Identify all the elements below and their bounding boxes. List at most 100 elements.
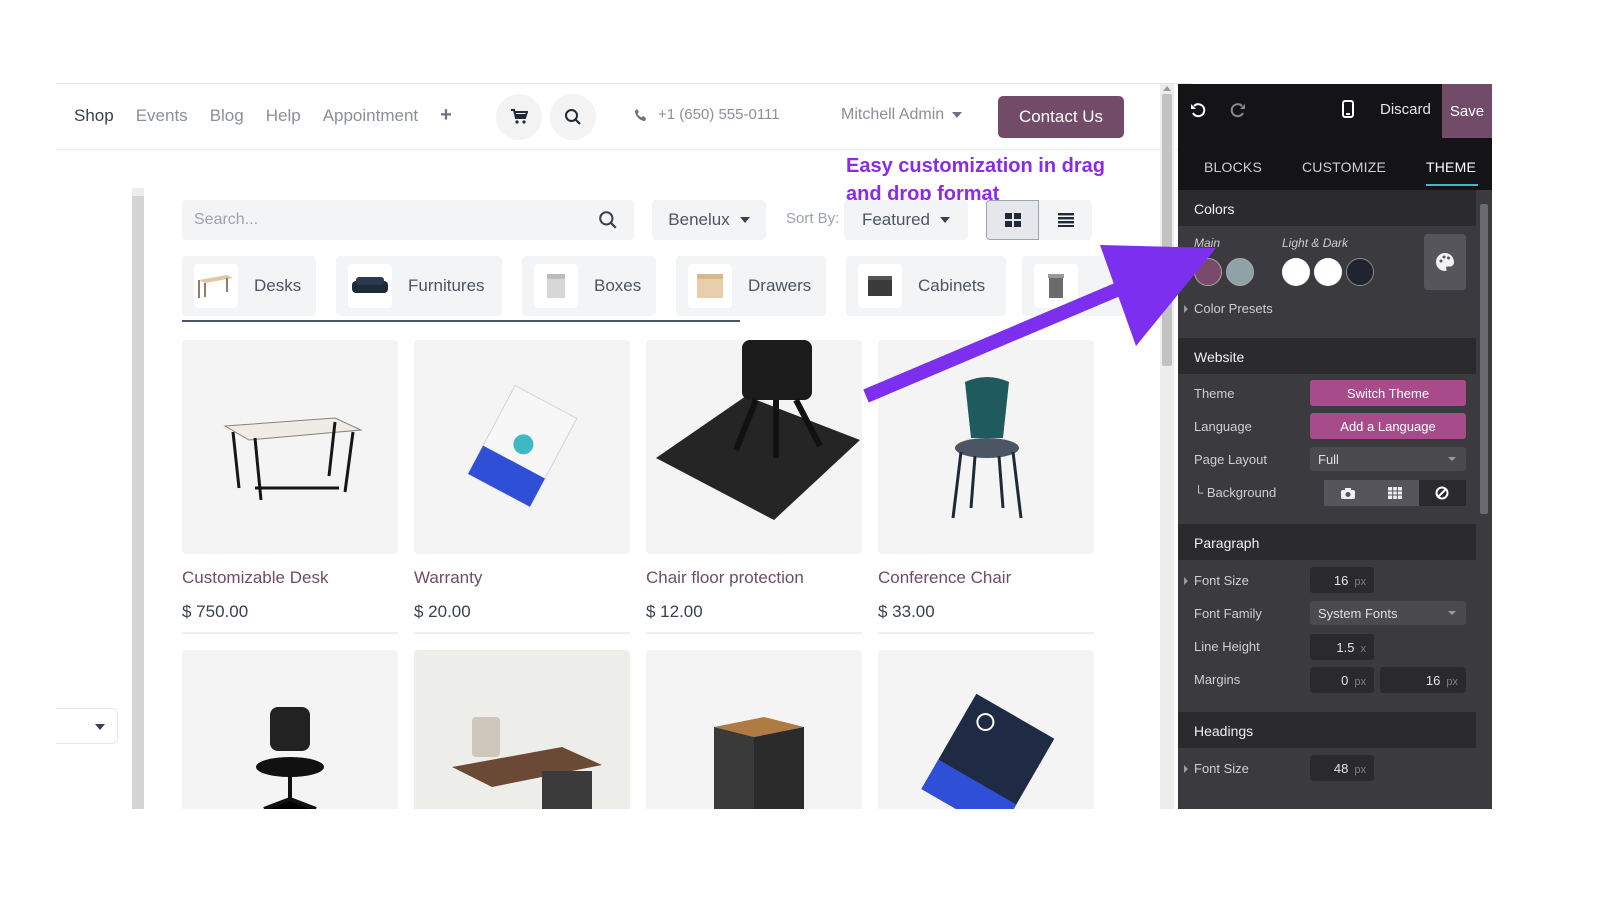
chevron-down-icon: [1448, 611, 1456, 615]
product-card[interactable]: Warranty $ 20.00: [414, 340, 630, 634]
palette-icon: [1436, 253, 1454, 271]
category-next[interactable]: [1022, 256, 1122, 316]
menu-item-events[interactable]: Events: [136, 106, 188, 126]
category-label: Cabinets: [918, 276, 986, 295]
color-swatch-main-1[interactable]: [1194, 258, 1222, 286]
product-card[interactable]: [414, 650, 630, 809]
product-image-floor-mat: [646, 340, 862, 554]
mobile-preview-icon[interactable]: [1342, 100, 1354, 118]
menu-item-help[interactable]: Help: [266, 106, 301, 126]
search-button[interactable]: [550, 94, 596, 140]
category-furnitures[interactable]: Furnitures: [336, 256, 502, 316]
callout-line-1: Easy customization in drag: [846, 155, 1105, 177]
contact-us-button[interactable]: Contact Us: [998, 96, 1124, 138]
left-dropdown[interactable]: [56, 708, 118, 744]
phone-link[interactable]: +1 (650) 555-0111: [634, 106, 780, 123]
category-desks[interactable]: Desks: [182, 256, 316, 316]
cabinet-thumbnail: [858, 264, 902, 308]
pricelist-value: Benelux: [668, 210, 730, 229]
search-placeholder: Search...: [194, 211, 259, 228]
category-drawers[interactable]: Drawers: [676, 256, 826, 316]
add-menu-icon[interactable]: +: [440, 105, 452, 126]
add-language-button[interactable]: Add a Language: [1310, 413, 1466, 439]
line-height-input[interactable]: 1.5 x: [1310, 634, 1374, 660]
headings-font-size-input[interactable]: 48 px: [1310, 755, 1374, 781]
redo-icon[interactable]: [1230, 102, 1246, 118]
margin-top-input[interactable]: 0 px: [1310, 667, 1374, 693]
product-card[interactable]: Customizable Desk $ 750.00: [182, 340, 398, 634]
section-headings: Headings: [1178, 712, 1476, 748]
product-image-desk: [182, 340, 398, 554]
menu-item-shop[interactable]: Shop: [74, 106, 114, 126]
product-card[interactable]: [878, 650, 1094, 809]
color-swatch-main-2[interactable]: [1226, 258, 1254, 286]
page-layout-value: Full: [1318, 452, 1339, 467]
color-presets-toggle[interactable]: Color Presets: [1184, 301, 1273, 316]
page-layout-select[interactable]: Full: [1310, 447, 1466, 471]
tab-theme[interactable]: THEME: [1426, 159, 1476, 175]
paragraph-font-size-label[interactable]: Font Size: [1184, 573, 1249, 588]
user-name: Mitchell Admin: [841, 106, 945, 123]
list-view-button[interactable]: [1039, 200, 1092, 240]
grid-icon: [1004, 213, 1021, 227]
palette-button[interactable]: [1424, 234, 1466, 290]
margin-bottom-input[interactable]: 16 px: [1380, 667, 1466, 693]
menu-item-blog[interactable]: Blog: [210, 106, 244, 126]
sort-dropdown[interactable]: Featured: [844, 200, 968, 240]
page-scrollbar[interactable]: [1160, 84, 1174, 809]
grid-view-button[interactable]: [986, 200, 1039, 240]
editor-toolbar: Discard Save: [1178, 84, 1492, 138]
tab-customize[interactable]: CUSTOMIZE: [1302, 159, 1386, 175]
search-icon[interactable]: [598, 210, 618, 230]
box-thumbnail: [534, 264, 578, 308]
desk-thumbnail: [194, 264, 238, 308]
product-price: $ 750.00: [182, 602, 249, 621]
background-none-button[interactable]: [1418, 480, 1466, 506]
cart-button[interactable]: [496, 94, 542, 140]
color-swatch-light-2[interactable]: [1314, 258, 1342, 286]
color-swatch-light-1[interactable]: [1282, 258, 1310, 286]
view-toggle: [986, 200, 1092, 240]
product-image-warranty: [414, 340, 630, 554]
category-cabinets[interactable]: Cabinets: [846, 256, 1006, 316]
tab-blocks[interactable]: BLOCKS: [1204, 159, 1262, 175]
panel-scrollbar[interactable]: [1476, 190, 1492, 809]
color-swatch-dark[interactable]: [1346, 258, 1374, 286]
background-pattern-button[interactable]: [1371, 480, 1419, 506]
line-height-label: Line Height: [1194, 639, 1260, 654]
page-layout-label: Page Layout: [1194, 452, 1268, 467]
left-scrollbar[interactable]: [132, 188, 144, 809]
editor-tabs: BLOCKS CUSTOMIZE THEME: [1178, 138, 1492, 190]
discard-button[interactable]: Discard: [1380, 101, 1431, 118]
product-card[interactable]: [182, 650, 398, 809]
menu-item-appointment[interactable]: Appointment: [323, 106, 418, 126]
undo-icon[interactable]: [1190, 102, 1206, 118]
list-icon: [1057, 213, 1074, 227]
product-card[interactable]: [646, 650, 862, 809]
background-image-button[interactable]: [1324, 480, 1372, 506]
font-family-select[interactable]: System Fonts: [1310, 601, 1466, 625]
switch-theme-button[interactable]: Switch Theme: [1310, 380, 1466, 406]
light-dark-label: Light & Dark: [1282, 236, 1349, 250]
camera-icon: [1340, 487, 1355, 499]
product-name[interactable]: Chair floor protection: [646, 568, 862, 588]
sofa-thumbnail: [348, 264, 392, 308]
product-image-software-box: [878, 650, 1094, 809]
product-name[interactable]: Customizable Desk: [182, 568, 398, 588]
category-carousel: Desks Furnitures Boxes Drawers Cabinets: [182, 256, 1122, 322]
product-name[interactable]: Conference Chair: [878, 568, 1094, 588]
pricelist-dropdown[interactable]: Benelux: [652, 200, 766, 240]
save-button[interactable]: Save: [1442, 84, 1492, 138]
category-boxes[interactable]: Boxes: [522, 256, 656, 316]
product-image-cabinet: [646, 650, 862, 809]
product-name[interactable]: Warranty: [414, 568, 630, 588]
user-menu[interactable]: Mitchell Admin: [841, 106, 963, 124]
product-card[interactable]: Conference Chair $ 33.00: [878, 340, 1094, 634]
headings-font-size-label[interactable]: Font Size: [1184, 761, 1249, 776]
site-header: Shop Events Blog Help Appointment + +1 (…: [56, 84, 1192, 150]
website-preview: Shop Events Blog Help Appointment + +1 (…: [56, 84, 1192, 809]
paragraph-font-size-input[interactable]: 16 px: [1310, 567, 1374, 593]
product-search[interactable]: Search...: [182, 200, 634, 240]
product-card[interactable]: Chair floor protection $ 12.00: [646, 340, 862, 634]
section-website: Website: [1178, 338, 1476, 374]
